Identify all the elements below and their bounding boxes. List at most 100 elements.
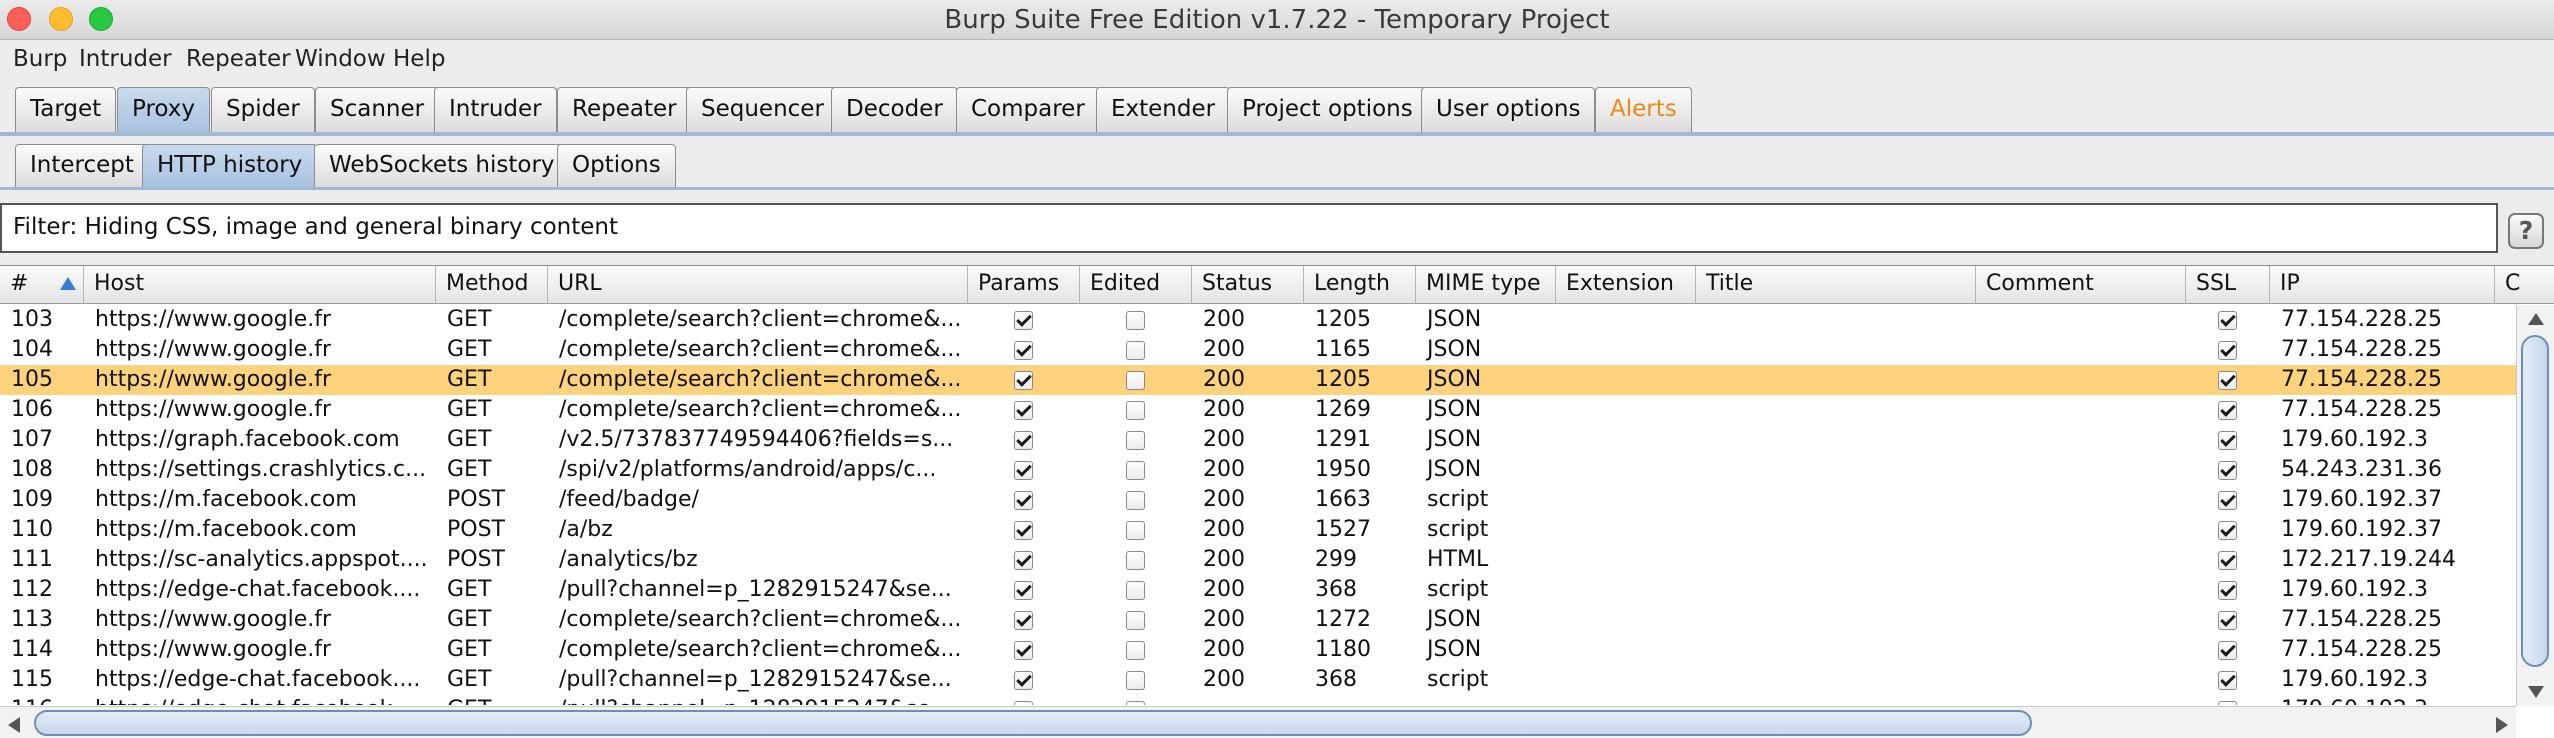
cell-edited-checkbox[interactable] [1126, 701, 1145, 705]
tab-user-options[interactable]: User options [1421, 87, 1596, 132]
scroll-up-icon[interactable] [2528, 313, 2544, 325]
cell-edited-checkbox[interactable] [1126, 671, 1145, 690]
column-params[interactable]: Params [968, 266, 1080, 304]
cell-params-checkbox[interactable] [1014, 461, 1033, 480]
tab-comparer[interactable]: Comparer [956, 87, 1100, 132]
cell-edited-checkbox[interactable] [1126, 581, 1145, 600]
table-row[interactable]: 111 https://sc-analytics.appspot.... POST /… [0, 545, 2516, 575]
tab-target[interactable]: Target [15, 87, 117, 132]
cell-ssl-checkbox[interactable] [2218, 371, 2237, 390]
table-row[interactable]: 114 https://www.google.fr GET/complete/sea… [0, 635, 2516, 665]
table-row[interactable]: 113 https://www.google.fr GET/complete/sea… [0, 605, 2516, 635]
scroll-left-icon[interactable] [8, 717, 20, 733]
cell-edited-checkbox[interactable] [1126, 641, 1145, 660]
column-edited[interactable]: Edited [1080, 266, 1192, 304]
table-row[interactable]: 104 https://www.google.fr GET/complete/sea… [0, 335, 2516, 365]
menu-help[interactable]: Help [393, 46, 445, 72]
tab-spider[interactable]: Spider [211, 87, 315, 132]
cell-params-checkbox[interactable] [1014, 431, 1033, 450]
tab-repeater[interactable]: Repeater [557, 87, 692, 132]
tab-sequencer[interactable]: Sequencer [686, 87, 839, 132]
cell-params-checkbox[interactable] [1014, 491, 1033, 510]
cell-edited-checkbox[interactable] [1126, 491, 1145, 510]
horizontal-scroll-thumb[interactable] [34, 710, 2032, 736]
table-row[interactable]: 115 https://edge-chat.facebook.... GET/pul… [0, 665, 2516, 695]
tab-options[interactable]: Options [557, 144, 676, 187]
table-row[interactable]: 106 https://www.google.fr GET/complete/sea… [0, 395, 2516, 425]
tab-project-options[interactable]: Project options [1227, 87, 1428, 132]
column-mime-type[interactable]: MIME type [1416, 266, 1556, 304]
table-row[interactable]: 108 https://settings.crashlytics.c... GET /… [0, 455, 2516, 485]
scroll-right-icon[interactable] [2496, 717, 2508, 733]
cell-params-checkbox[interactable] [1014, 611, 1033, 630]
column-extension[interactable]: Extension [1556, 266, 1696, 304]
cell-ssl-checkbox[interactable] [2218, 461, 2237, 480]
cell-params-checkbox[interactable] [1014, 641, 1033, 660]
help-button[interactable]: ? [2508, 213, 2544, 249]
column-number[interactable]: # [0, 266, 84, 304]
tab-extender[interactable]: Extender [1096, 87, 1231, 132]
tab-http-history[interactable]: HTTP history [142, 144, 318, 187]
column-comment[interactable]: Comment [1976, 266, 2186, 304]
table-row[interactable]: 112 https://edge-chat.facebook.... GET/pul… [0, 575, 2516, 605]
scroll-down-icon[interactable] [2528, 686, 2544, 698]
cell-edited-checkbox[interactable] [1126, 521, 1145, 540]
cell-edited-checkbox[interactable] [1126, 311, 1145, 330]
column-length[interactable]: Length [1304, 266, 1416, 304]
cell-params-checkbox[interactable] [1014, 671, 1033, 690]
column-method[interactable]: Method [436, 266, 548, 304]
cell-ssl-checkbox[interactable] [2218, 401, 2237, 420]
table-row[interactable]: 103 https://www.google.fr GET/complete/sea… [0, 305, 2516, 335]
column-ip[interactable]: IP [2270, 266, 2495, 304]
cell-params-checkbox[interactable] [1014, 701, 1033, 705]
cell-ssl-checkbox[interactable] [2218, 641, 2237, 660]
cell-params-checkbox[interactable] [1014, 371, 1033, 390]
vertical-scroll-thumb[interactable] [2521, 335, 2549, 667]
menu-intruder[interactable]: Intruder [79, 46, 172, 72]
cell-ssl-checkbox[interactable] [2218, 581, 2237, 600]
cell-params-checkbox[interactable] [1014, 341, 1033, 360]
column-host[interactable]: Host [84, 266, 436, 304]
cell-ssl-checkbox[interactable] [2218, 431, 2237, 450]
tab-alerts[interactable]: Alerts [1595, 87, 1692, 132]
tab-scanner[interactable]: Scanner [315, 87, 440, 132]
tab-proxy[interactable]: Proxy [117, 87, 211, 132]
horizontal-scrollbar[interactable] [0, 706, 2516, 738]
column-ssl[interactable]: SSL [2186, 266, 2270, 304]
filter-bar[interactable]: Filter: Hiding CSS, image and general bi… [0, 203, 2498, 253]
cell-ssl-checkbox[interactable] [2218, 611, 2237, 630]
column-status[interactable]: Status [1192, 266, 1304, 304]
cell-edited-checkbox[interactable] [1126, 551, 1145, 570]
column-url[interactable]: URL [548, 266, 968, 304]
tab-intercept[interactable]: Intercept [15, 144, 149, 187]
cell-ssl-checkbox[interactable] [2218, 551, 2237, 570]
cell-edited-checkbox[interactable] [1126, 431, 1145, 450]
vertical-scrollbar[interactable] [2516, 305, 2554, 706]
cell-ssl-checkbox[interactable] [2218, 311, 2237, 330]
cell-ssl-checkbox[interactable] [2218, 491, 2237, 510]
menu-repeater[interactable]: Repeater [186, 46, 291, 72]
cell-edited-checkbox[interactable] [1126, 341, 1145, 360]
table-row[interactable]: 109 https://m.facebook.com POST/feed/badge… [0, 485, 2516, 515]
cell-ssl-checkbox[interactable] [2218, 671, 2237, 690]
cell-params-checkbox[interactable] [1014, 401, 1033, 420]
cell-params-checkbox[interactable] [1014, 521, 1033, 540]
table-row[interactable]: 107 https://graph.facebook.com GET/v2.5/73… [0, 425, 2516, 455]
cell-params-checkbox[interactable] [1014, 311, 1033, 330]
cell-ssl-checkbox[interactable] [2218, 521, 2237, 540]
menu-burp[interactable]: Burp [13, 46, 67, 72]
table-row[interactable]: 110 https://m.facebook.com POST/a/bz 200 152… [0, 515, 2516, 545]
column-c[interactable]: C [2495, 266, 2554, 304]
cell-edited-checkbox[interactable] [1126, 461, 1145, 480]
cell-edited-checkbox[interactable] [1126, 401, 1145, 420]
cell-edited-checkbox[interactable] [1126, 611, 1145, 630]
table-row[interactable]: 116https://edge-chat.facebook....GET/pul… [0, 695, 2516, 705]
cell-ssl-checkbox[interactable] [2218, 341, 2237, 360]
cell-params-checkbox[interactable] [1014, 551, 1033, 570]
cell-ssl-checkbox[interactable] [2218, 701, 2237, 705]
tab-intruder[interactable]: Intruder [434, 87, 557, 132]
column-title[interactable]: Title [1696, 266, 1976, 304]
tab-decoder[interactable]: Decoder [831, 87, 958, 132]
cell-params-checkbox[interactable] [1014, 581, 1033, 600]
cell-edited-checkbox[interactable] [1126, 371, 1145, 390]
